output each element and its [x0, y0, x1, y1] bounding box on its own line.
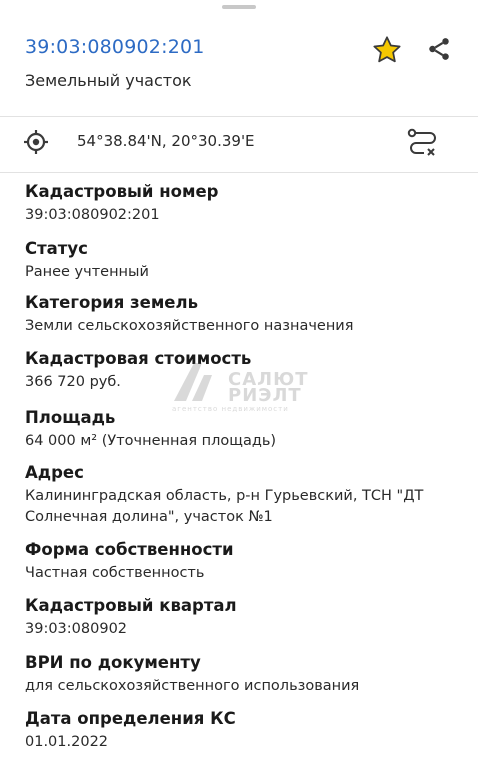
coordinates-row[interactable]: 54°38.84'N, 20°30.39'E [0, 118, 478, 168]
field-address: Адрес Калининградская область, р-н Гурье… [25, 462, 465, 528]
coordinates-divider [0, 172, 478, 173]
field-label: Форма собственности [25, 540, 234, 559]
parcel-header: 39:03:080902:201 Земельный участок [0, 0, 478, 110]
field-value-line-1[interactable]: Калининградская область, р-н Гурьевский,… [25, 486, 465, 507]
field-label: Площадь [25, 408, 116, 427]
field-cadastral-number: Кадастровый номер 39:03:080902:201 [25, 181, 465, 226]
field-label: Дата определения КС [25, 709, 236, 728]
field-label: Кадастровый номер [25, 182, 219, 201]
route-icon[interactable] [406, 126, 440, 160]
share-icon [429, 38, 449, 60]
parcel-id-title[interactable]: 39:03:080902:201 [25, 36, 205, 58]
field-value: Частная собственность [25, 565, 205, 581]
field-label: Категория земель [25, 293, 199, 312]
field-label: Адрес [25, 463, 84, 482]
header-divider [0, 116, 478, 117]
field-cadastral-quarter: Кадастровый квартал 39:03:080902 [25, 595, 465, 640]
field-value: для сельскохозяйственного использования [25, 678, 360, 694]
field-value: 366 720 руб. [25, 374, 121, 390]
field-value-line-2[interactable]: Солнечная долина", участок №1 [25, 507, 465, 528]
field-value: Земли сельскохозяйственного назначения [25, 318, 354, 334]
field-value[interactable]: 39:03:080902 [25, 619, 465, 640]
field-permitted-use: ВРИ по документу для сельскохозяйственно… [25, 652, 465, 697]
parcel-type-subtitle: Земельный участок [25, 71, 192, 90]
field-value: 64 000 м² (Уточненная площадь) [25, 433, 277, 449]
field-value: Ранее учтенный [25, 264, 149, 280]
field-valuation-date: Дата определения КС 01.01.2022 [25, 708, 465, 753]
field-cadastral-value: Кадастровая стоимость 366 720 руб. [25, 348, 465, 393]
field-label: Кадастровый квартал [25, 596, 237, 615]
share-button[interactable] [424, 34, 454, 64]
gps-target-icon[interactable] [23, 129, 49, 155]
field-label: ВРИ по документу [25, 653, 201, 672]
field-land-category: Категория земель Земли сельскохозяйствен… [25, 292, 465, 337]
field-status: Статус Ранее учтенный [25, 238, 465, 283]
field-area: Площадь 64 000 м² (Уточненная площадь) [25, 407, 465, 452]
favorite-button[interactable] [370, 33, 404, 67]
star-icon [373, 36, 401, 63]
field-ownership-form: Форма собственности Частная собственност… [25, 539, 465, 584]
field-label: Статус [25, 239, 88, 258]
field-value: 01.01.2022 [25, 734, 109, 750]
coordinates-text[interactable]: 54°38.84'N, 20°30.39'E [77, 132, 255, 150]
field-value[interactable]: 39:03:080902:201 [25, 205, 465, 226]
field-label: Кадастровая стоимость [25, 349, 252, 368]
